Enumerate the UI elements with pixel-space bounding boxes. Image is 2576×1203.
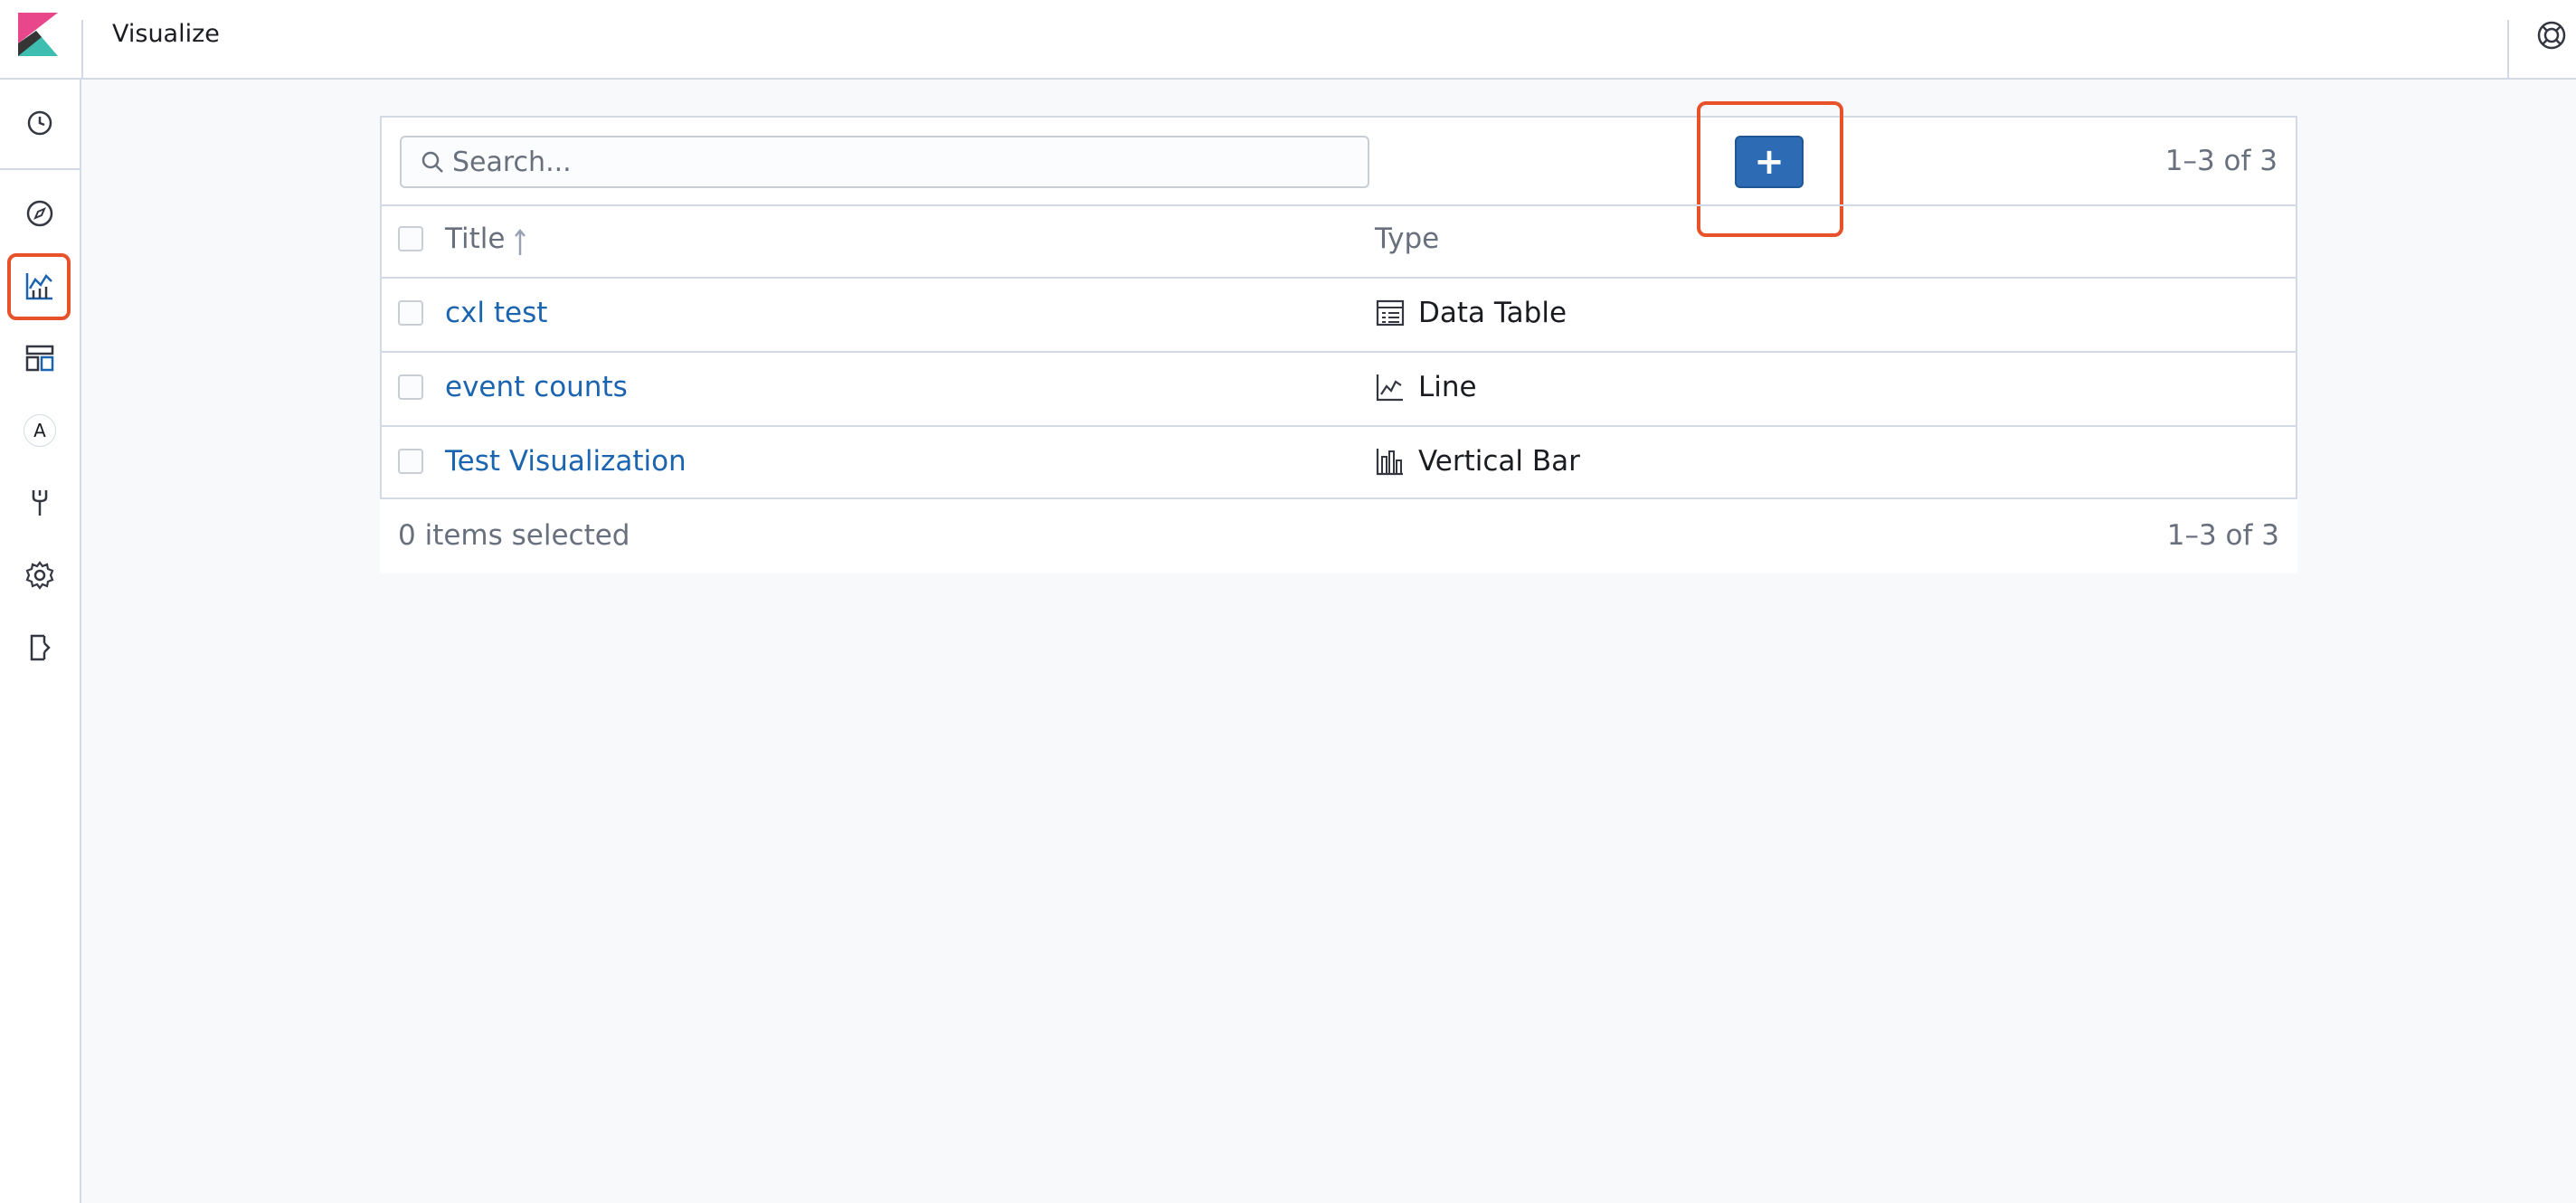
help-lifebuoy-icon[interactable] — [2536, 20, 2567, 51]
visualizations-table: + 1–3 of 3 Title Type cxl test — [380, 101, 2297, 499]
nav-dev-tools[interactable] — [0, 474, 80, 532]
visualize-icon — [25, 273, 52, 300]
add-button-highlight — [1697, 101, 1843, 237]
visualization-title-link[interactable]: event counts — [445, 371, 628, 403]
type-label: Vertical Bar — [1418, 445, 1580, 478]
vertical-bar-icon — [1376, 449, 1403, 476]
pagination-bottom: 1–3 of 3 — [2166, 519, 2279, 552]
visualizations-panel: + 1–3 of 3 Title Type cxl test — [380, 101, 2297, 573]
clock-icon — [27, 110, 52, 136]
nav-visualize[interactable] — [0, 257, 80, 315]
nav-dashboard[interactable] — [0, 329, 80, 387]
visualization-type: Line — [1375, 371, 1477, 403]
nav-discover[interactable] — [0, 185, 80, 242]
top-bar: Visualize — [0, 0, 2576, 80]
nav-management[interactable] — [0, 546, 80, 604]
row-divider — [382, 351, 2296, 353]
type-label: Data Table — [1418, 297, 1567, 329]
top-divider — [81, 20, 83, 78]
dashboard-icon — [25, 345, 54, 372]
kibana-logo[interactable] — [18, 13, 58, 56]
nav-recently-viewed[interactable] — [0, 94, 80, 152]
visualization-title-link[interactable]: cxl test — [445, 297, 547, 329]
row-divider — [382, 425, 2296, 427]
visualization-type: Vertical Bar — [1375, 445, 1580, 478]
data-table-icon — [1376, 299, 1405, 327]
visualization-type: Data Table — [1375, 297, 1567, 329]
row-divider — [382, 204, 2296, 206]
nav-logout[interactable] — [0, 619, 80, 677]
pagination-top: 1–3 of 3 — [2164, 145, 2278, 177]
line-chart-icon — [1376, 374, 1403, 402]
row-checkbox[interactable] — [398, 374, 423, 400]
select-all-checkbox[interactable] — [398, 226, 423, 251]
wrench-icon — [32, 490, 48, 516]
selected-count: 0 items selected — [398, 519, 630, 552]
type-label: Line — [1418, 371, 1477, 403]
search-input[interactable] — [450, 145, 1359, 179]
nav-account[interactable]: A — [0, 402, 80, 459]
row-checkbox[interactable] — [398, 449, 423, 474]
avatar: A — [24, 414, 56, 447]
visualization-title-link[interactable]: Test Visualization — [445, 445, 687, 478]
gear-icon — [25, 561, 54, 590]
compass-icon — [26, 200, 53, 227]
column-header-type[interactable]: Type — [1375, 223, 1439, 255]
row-divider — [382, 277, 2296, 279]
page-title: Visualize — [112, 20, 220, 48]
row-checkbox[interactable] — [398, 300, 423, 326]
top-right-divider — [2507, 20, 2509, 78]
side-nav: A — [0, 80, 81, 1203]
logout-icon — [30, 634, 51, 661]
search-icon — [421, 151, 443, 173]
nav-separator — [0, 168, 80, 170]
search-field[interactable] — [400, 136, 1369, 188]
column-header-title[interactable]: Title — [445, 223, 505, 255]
sort-ascending-icon[interactable] — [512, 226, 528, 257]
